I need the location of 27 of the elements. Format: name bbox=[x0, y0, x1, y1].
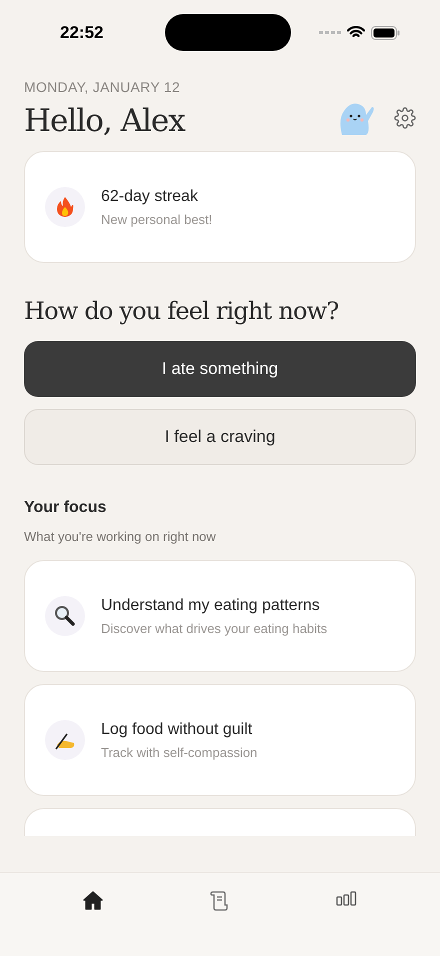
focus-title: Log food without guilt bbox=[101, 720, 254, 738]
mood-button[interactable]: I feel a craving bbox=[24, 409, 416, 465]
battery-icon bbox=[370, 26, 400, 40]
focus-title: Understand my eating patterns bbox=[101, 596, 321, 614]
signal-icon bbox=[318, 30, 341, 34]
bar-chart-icon bbox=[336, 891, 357, 906]
settings-icon bbox=[394, 107, 416, 129]
scroll-icon bbox=[209, 891, 230, 911]
streak-subtitle: New personal best! bbox=[101, 212, 212, 226]
greeting-heading: Hello, Alex bbox=[24, 103, 185, 139]
flame-icon bbox=[56, 197, 74, 217]
date-label: MONDAY, JANUARY 12 bbox=[24, 79, 182, 95]
section-title: Your focus bbox=[24, 499, 108, 517]
section-subtitle: What you're working on right now bbox=[24, 529, 217, 544]
status-time: 22:52 bbox=[60, 22, 104, 42]
streak-card[interactable]: 62-day streak New personal best! bbox=[24, 151, 416, 263]
home-icon bbox=[83, 891, 104, 910]
focus-card[interactable]: Understand my eating patterns Discover what drives your eating habits bbox=[24, 560, 416, 672]
streak-title: 62-day streak bbox=[101, 188, 199, 206]
focus-subtitle: Track with self-compassion bbox=[101, 744, 258, 760]
focus-card[interactable]: Log food without guilt Track with self-compassion bbox=[24, 684, 416, 796]
settings-button[interactable] bbox=[394, 107, 416, 129]
mood-button[interactable]: I ate something bbox=[24, 341, 416, 397]
wifi-icon bbox=[346, 26, 365, 39]
question-heading: How do you feel right now? bbox=[24, 297, 340, 325]
search-icon bbox=[54, 605, 76, 627]
focus-subtitle: Discover what drives your eating habits bbox=[101, 620, 328, 636]
